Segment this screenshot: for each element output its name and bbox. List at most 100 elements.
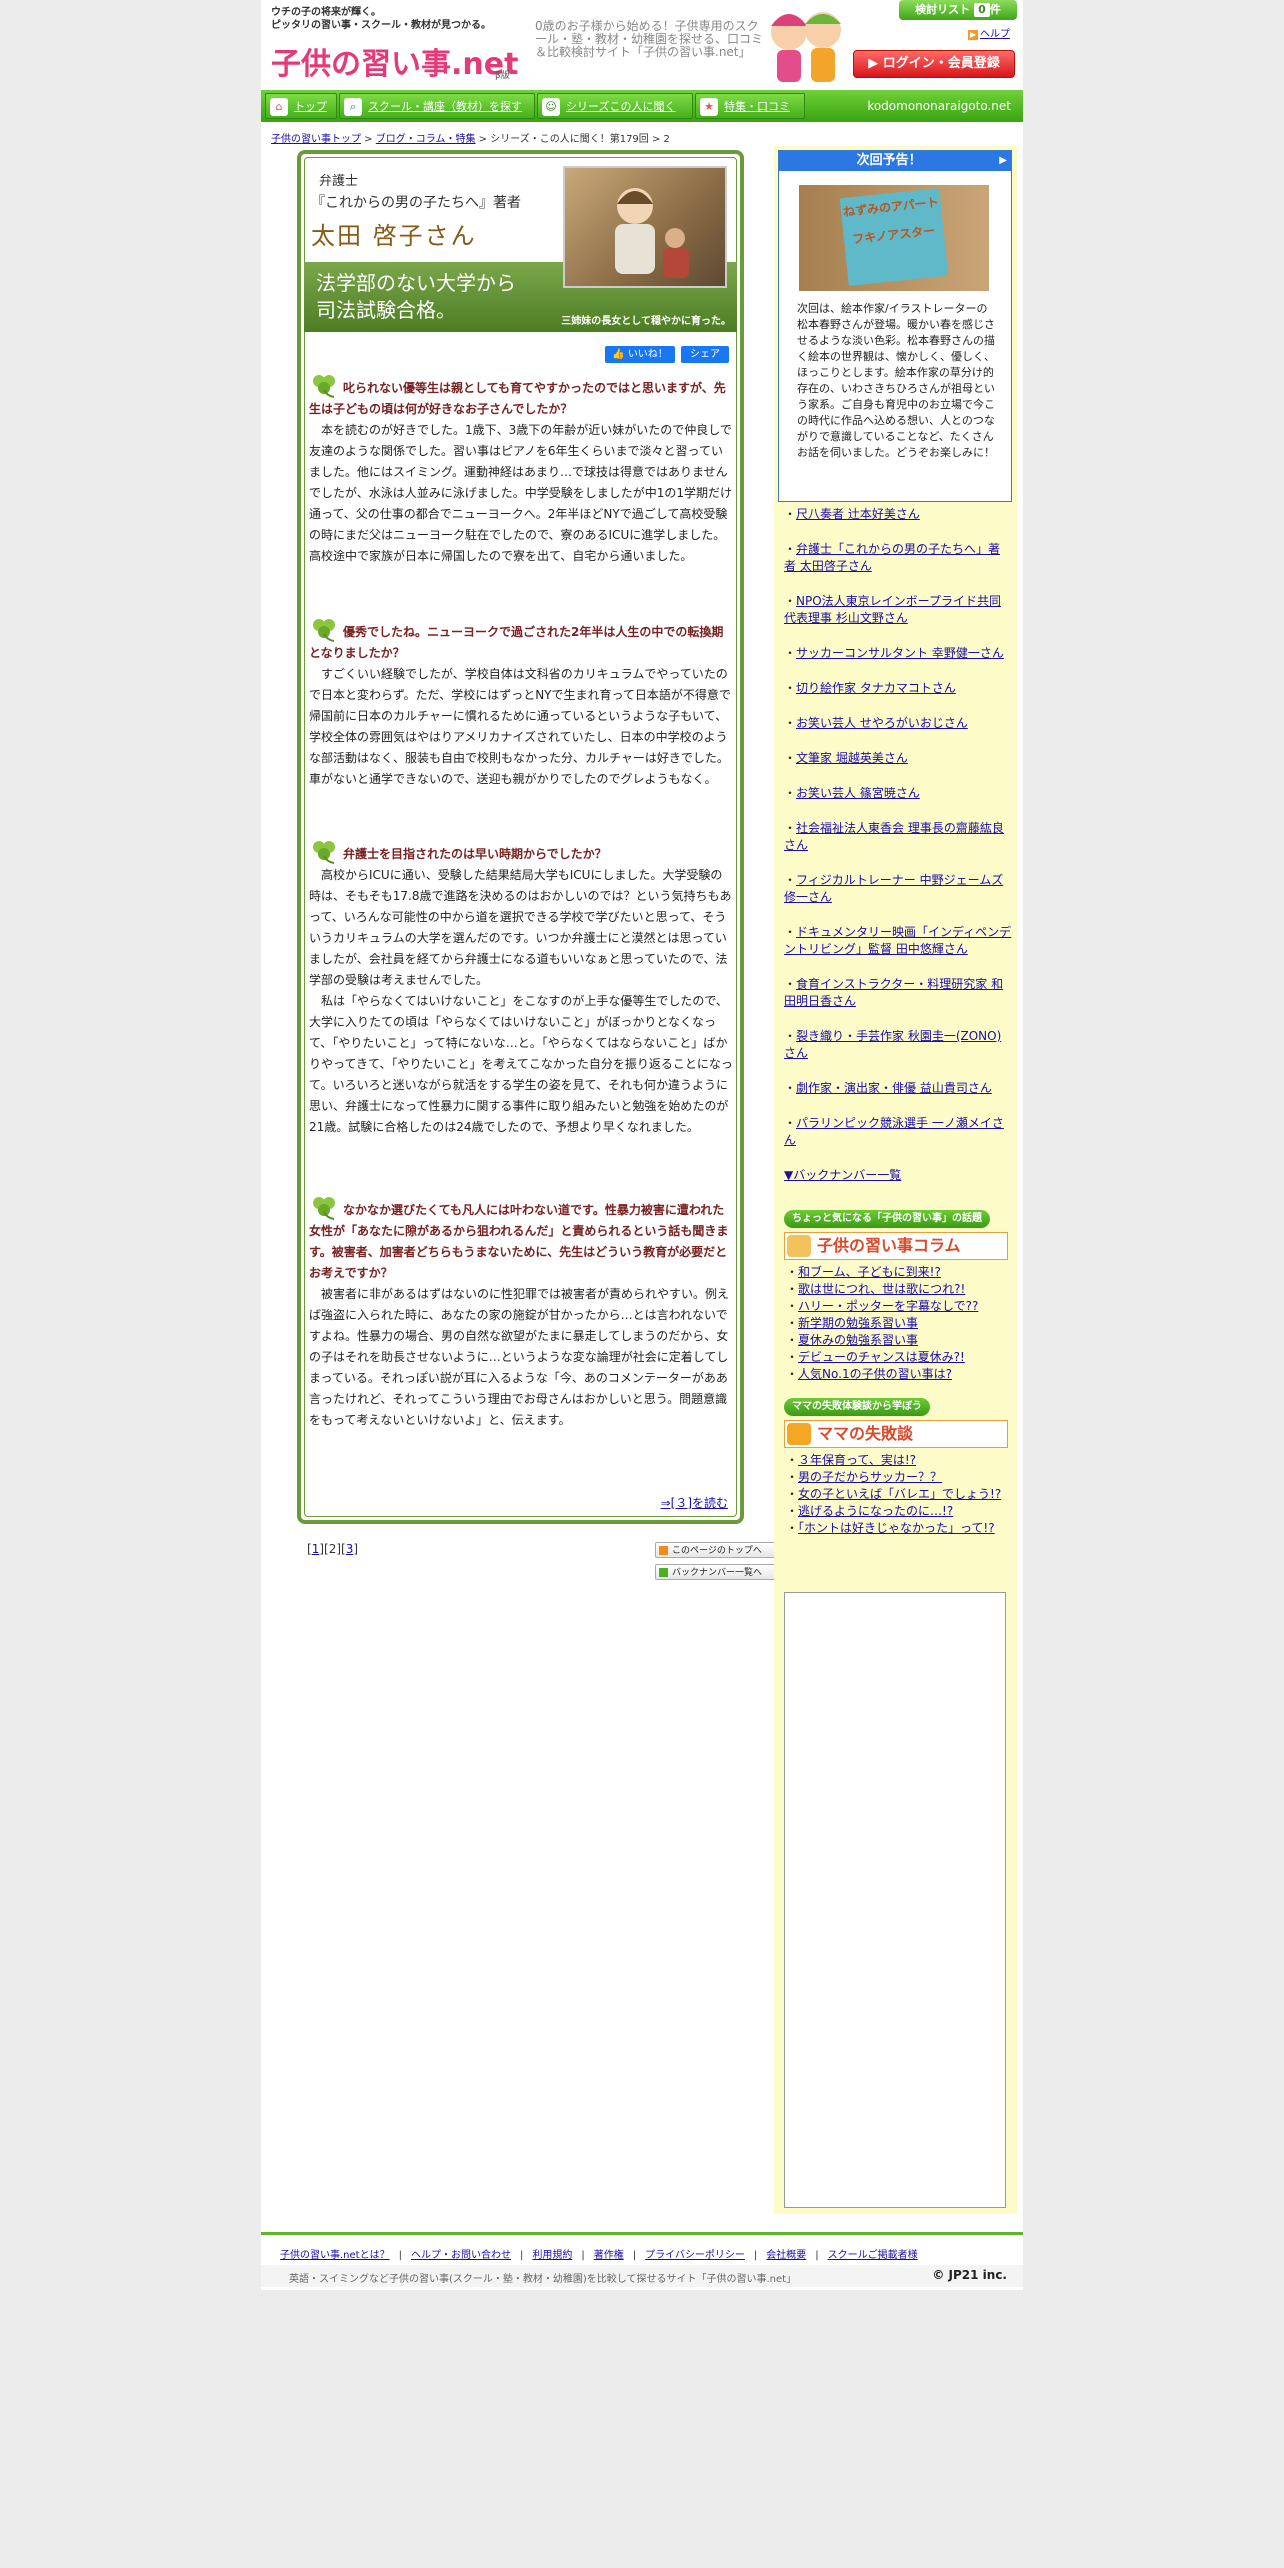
list-item: ・和ブーム、子どもに到来!? [786, 1264, 1010, 1281]
series-link[interactable]: お笑い芸人 せやろがいおじさん [796, 716, 968, 730]
column-link[interactable]: 歌は世につれ、世は歌につれ?! [798, 1282, 965, 1296]
facebook-like-button[interactable]: 👍 いいね！ [605, 346, 675, 363]
series-item: ・切り絵作家 タナカマコトさん [784, 680, 1012, 697]
column-link[interactable]: ３年保育って、実は!? [798, 1453, 916, 1467]
list-item: ・女の子といえば「バレエ」でしょう!? [786, 1486, 1010, 1503]
nav-search-school[interactable]: ⌕ スクール・講座（教材）を探す [339, 93, 535, 119]
series-link[interactable]: フィジカルトレーナー 中野ジェームズ修一さん [784, 873, 1003, 904]
list-icon [659, 1568, 668, 1577]
column-icon [787, 1235, 811, 1257]
page: ウチの子の将来が輝く。 ピッタリの習い事・スクール・教材が見つかる。 子供の習い… [261, 0, 1023, 2290]
series-link[interactable]: 劇作家・演出家・俳優 益山貴司さん [796, 1081, 992, 1095]
series-link[interactable]: お笑い芸人 篠宮暁さん [796, 786, 920, 800]
help-link-label: ヘルプ [980, 29, 1010, 40]
facebook-share-button[interactable]: シェア [681, 346, 729, 363]
column-link[interactable]: 「ホントは好きじゃなかった」って!? [798, 1521, 995, 1535]
column-link[interactable]: 新学期の勉強系習い事 [798, 1316, 918, 1330]
site-description: 0歳のお子様から始める！子供専用のスクール・塾・教材・幼稚園を探せる、口コミ＆比… [535, 19, 764, 59]
footer-link[interactable]: 子供の習い事.netとは？ [280, 2250, 390, 2261]
clover-icon [313, 841, 335, 864]
nav-search-school-label: スクール・講座（教材）を探す [368, 100, 522, 113]
breadcrumb-blog[interactable]: ブログ・コラム・特集 [376, 134, 476, 145]
footer-link[interactable]: 著作権 [594, 2250, 624, 2261]
like-label: いいね！ [627, 349, 668, 360]
series-item: ・文筆家 堀越英美さん [784, 750, 1012, 767]
column-link[interactable]: デビューのチャンスは夏休み?! [798, 1350, 965, 1364]
column-link[interactable]: 和ブーム、子どもに到来!? [798, 1265, 941, 1279]
breadcrumb-home[interactable]: 子供の習い事トップ [271, 134, 361, 145]
series-item: ・お笑い芸人 せやろがいおじさん [784, 715, 1012, 732]
series-link[interactable]: NPO法人東京レインボープライド共同代表理事 杉山文野さん [784, 594, 1001, 625]
tagline-line-1: ウチの子の将来が輝く。 [271, 7, 381, 18]
help-link[interactable]: ▶ ヘルプ [968, 25, 1010, 40]
home-icon: ⌂ [270, 98, 288, 116]
consider-list-unit: 件 [989, 3, 1001, 16]
column-link[interactable]: 男の子だからサッカー？？ [798, 1470, 942, 1484]
nav-top[interactable]: ⌂ トップ [265, 93, 337, 119]
nav-feature-reviews[interactable]: ★ 特集・口コミ [695, 93, 805, 119]
series-link[interactable]: 裂き織り・手芸作家 秋園圭一(ZONO)さん [784, 1029, 1001, 1060]
author-childhood-photo [563, 166, 727, 288]
clover-icon [313, 1197, 335, 1220]
mama-icon [787, 1423, 811, 1445]
page-top-button[interactable]: このページのトップへ [655, 1542, 777, 1558]
series-link[interactable]: 社会福祉法人東香会 理事長の齋藤紘良さん [784, 821, 1004, 852]
footer-link[interactable]: プライバシーポリシー [645, 2250, 745, 2261]
backnumber-link[interactable]: ▼バックナンバー一覧 [784, 1167, 1012, 1184]
help-arrow-icon: ▶ [968, 30, 978, 40]
bullet: ・ [784, 507, 797, 521]
footer-link[interactable]: ヘルプ・お問い合わせ [411, 2250, 511, 2261]
question-3-text: 弁護士を目指されたのは早い時期からでしたか？ [343, 847, 607, 861]
answer-4: 被害者に非があるはずはないのに性犯罪では被害者が責められやすい。例えば強盗に入ら… [309, 1287, 730, 1427]
separator: | [815, 2250, 819, 2261]
column-heading-text: 子供の習い事コラム [817, 1236, 961, 1255]
backnumber-button[interactable]: バックナンバー一覧へ [655, 1564, 777, 1580]
footer-link[interactable]: 会社概要 [766, 2250, 806, 2261]
answer-1: 本を読むのが好きでした。1歳下、3歳下の年齢が近い妹がいたので仲良しで友達のよう… [309, 423, 733, 563]
footer-link[interactable]: スクールご掲載者様 [828, 2250, 918, 2261]
login-register-button[interactable]: ▶ ログイン・会員登録 [853, 50, 1015, 78]
footer-bottom: 英語・スイミングなど子供の習い事(スクール・塾・教材・幼稚園)を比較して探せるサ… [261, 2265, 1023, 2287]
column-link[interactable]: 女の子といえば「バレエ」でしょう!? [798, 1487, 1001, 1501]
series-link[interactable]: 文筆家 堀越英美さん [796, 751, 908, 765]
read-next-link[interactable]: ⇒[３]を読む [661, 1494, 728, 1511]
footer-description: 英語・スイミングなど子供の習い事(スクール・塾・教材・幼稚園)を比較して探せるサ… [289, 2274, 797, 2285]
bullet: ・ [786, 1333, 799, 1347]
series-link[interactable]: 食育インストラクター・料理研究家 和田明日香さん [784, 977, 1003, 1008]
series-link[interactable]: サッカーコンサルタント 幸野健一さん [796, 646, 1004, 660]
series-item: ・食育インストラクター・料理研究家 和田明日香さん [784, 976, 1012, 1010]
nav-series-interview[interactable]: ☺ シリーズこの人に聞く [537, 93, 693, 119]
bullet: ・ [786, 1265, 799, 1279]
series-link[interactable]: 切り絵作家 タナカマコトさん [796, 681, 956, 695]
bullet: ・ [786, 1470, 799, 1484]
bullet: ・ [786, 1316, 799, 1330]
consider-list-button[interactable]: 検討リスト 0 件 [899, 0, 1017, 20]
site-logo[interactable]: 子供の習い事.net β版 [269, 40, 519, 84]
clover-icon [313, 375, 335, 398]
qa-block-4: なかなか選びたくても凡人には叶わない道です。性暴力被害に遭われた女性が「あなたに… [309, 1194, 734, 1431]
consider-list-count: 0 [974, 3, 990, 17]
footer-link[interactable]: 利用規約 [532, 2250, 572, 2261]
kids-mascot-illustration [771, 12, 841, 82]
failure-heading: ママの失敗談 [784, 1420, 1008, 1448]
list-item: ・夏休みの勉強系習い事 [786, 1332, 1010, 1349]
series-link[interactable]: 弁護士「これからの男の子たちへ」著者 太田啓子さん [784, 542, 1000, 573]
bullet: ・ [786, 1521, 799, 1535]
list-item: ・「ホントは好きじゃなかった」って!? [786, 1520, 1010, 1537]
series-link[interactable]: ドキュメンタリー映画「インディペンデントリビング」監督 田中悠輝さん [784, 925, 1011, 956]
list-item: ・逃げるようになったのに…!? [786, 1503, 1010, 1520]
separator: | [519, 2250, 524, 2261]
bullet: ・ [786, 1504, 799, 1518]
column-link[interactable]: 夏休みの勉強系習い事 [798, 1333, 918, 1347]
series-item: ・パラリンピック競泳選手 一ノ瀬メイさん [784, 1115, 1012, 1149]
column-link[interactable]: ハリー・ポッターを字幕なしで?? [798, 1299, 978, 1313]
article-box: 弁護士 『これからの男の子たちへ』著者 太田 啓子さん 法学部のない大学から 司… [297, 150, 744, 1524]
series-link[interactable]: パラリンピック競泳選手 一ノ瀬メイさん [784, 1116, 1004, 1147]
column-link[interactable]: 逃げるようになったのに…!? [798, 1504, 953, 1518]
tagline: ウチの子の将来が輝く。 ピッタリの習い事・スクール・教材が見つかる。 [271, 6, 491, 32]
column-link[interactable]: 人気No.1の子供の習い事は? [798, 1367, 952, 1381]
page-top-label: このページのトップへ [672, 1546, 762, 1556]
answer-2: すごくいい経験でしたが、学校自体は文科省のカリキュラムでやっていたので日本と変わ… [309, 667, 731, 786]
failure-tag: ママの失敗体験談から学ぼう [784, 1398, 930, 1416]
series-link[interactable]: 尺八奏者 辻本好美さん [796, 507, 920, 521]
